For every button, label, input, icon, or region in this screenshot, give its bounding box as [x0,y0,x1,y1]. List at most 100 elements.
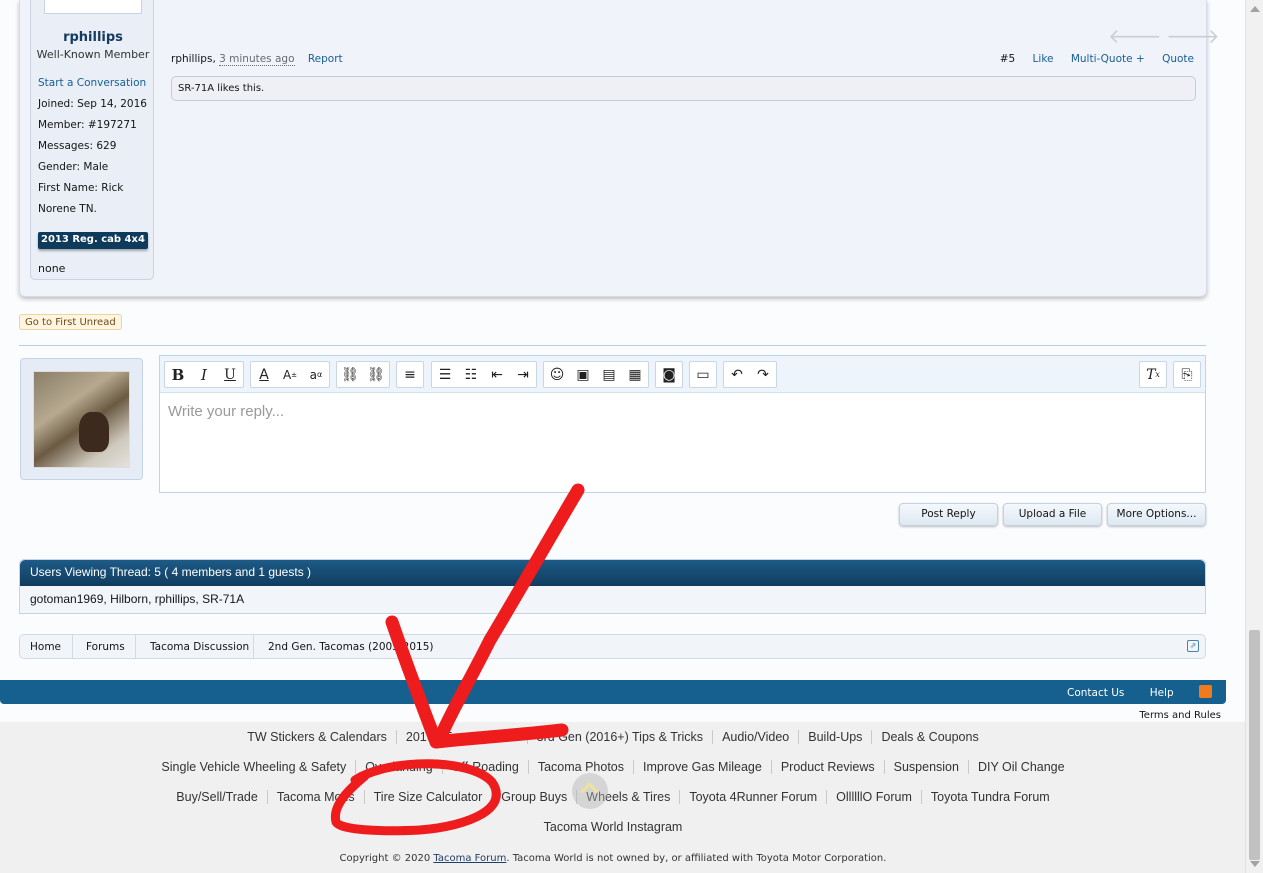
toolbar-group-font: A A ± aα [250,361,330,388]
footer-link[interactable]: Tacoma Mods [266,790,364,804]
footer-link[interactable]: Tacoma Photos [527,760,634,774]
rss-icon[interactable] [1199,685,1212,698]
scroll-thumb[interactable] [1249,630,1260,860]
users-viewing-header: Users Viewing Thread: 5 ( 4 members and … [20,560,1205,586]
post-time[interactable]: 3 minutes ago [219,53,295,66]
copyright: Copyright © 2020 Tacoma Forum. Tacoma Wo… [0,853,1226,864]
footer-link[interactable]: DIY Oil Change [967,760,1074,774]
footer-link[interactable]: Buy/Sell/Trade [167,790,267,804]
start-conversation-link[interactable]: Start a Conversation [38,77,147,98]
reply-avatar-frame [20,358,143,480]
footer-link[interactable]: 3rd Gen (2016+) Tips & Tricks [526,730,713,744]
footer-links-row-3: Buy/Sell/Trade Tacoma Mods Tire Size Calcu… [0,790,1226,804]
footer-link[interactable]: Product Reviews [770,760,884,774]
breadcrumb-forums[interactable]: Forums [86,641,125,653]
footer-link[interactable]: TW Stickers & Calendars [238,730,396,744]
footer-link[interactable]: 2016+ Tacoma Tech [395,730,527,744]
post-author[interactable]: rphillips, [171,53,216,65]
text-color-icon[interactable]: A [251,362,277,387]
terms-link[interactable]: Terms and Rules [1139,710,1221,721]
footer-link[interactable]: Toyota Tundra Forum [920,790,1059,804]
scroll-up-icon[interactable] [1250,6,1260,12]
footer-link[interactable]: Deals & Coupons [871,730,988,744]
report-link[interactable]: Report [308,53,343,65]
like-link[interactable]: Like [1033,53,1054,65]
footer-link[interactable]: Group Buys [491,790,577,804]
remove-format-icon[interactable]: Tx [1140,362,1166,387]
poster-username[interactable]: rphillips [31,30,155,45]
footer-links-row-4: Tacoma World Instagram [0,820,1226,834]
scroll-down-icon[interactable] [1250,861,1260,867]
go-to-first-unread-button[interactable]: Go to First Unread [19,314,122,330]
undo-icon[interactable]: ↶ [724,362,750,387]
users-viewing-list[interactable]: gotoman1969, Hilborn, rphillips, SR-71A [20,586,1205,612]
align-icon[interactable]: ≡ [397,362,423,387]
poster-avatar[interactable] [44,0,142,14]
avatar-dog-shape [79,412,109,452]
tire-size-calculator-link[interactable]: Tire Size Calculator [363,790,492,804]
bullet-list-icon[interactable]: ☰ [432,362,458,387]
breadcrumb: Home Forums Tacoma Discussion 2nd Gen. T… [19,634,1206,659]
numbered-list-icon[interactable]: ☷ [458,362,484,387]
page-scrollbar[interactable] [1245,0,1263,873]
my-avatar[interactable] [33,371,130,468]
copyright-prefix: Copyright © 2020 [339,853,431,864]
breadcrumb-tacoma-discussion[interactable]: Tacoma Discussion [150,641,249,653]
copyright-link[interactable]: Tacoma Forum [433,853,506,864]
upload-file-button[interactable]: Upload a File [1003,503,1102,526]
insert-icon[interactable]: ▦ [622,362,648,387]
footer-link[interactable]: Tacoma World Instagram [535,820,692,834]
multi-quote-link[interactable]: Multi-Quote + [1071,53,1145,65]
footer-link[interactable]: Single Vehicle Wheeling & Safety [152,760,355,774]
image-icon[interactable]: ▣ [570,362,596,387]
font-family-icon[interactable]: aα [303,362,329,387]
italic-icon[interactable]: I [191,362,217,387]
bold-icon[interactable]: B [165,362,191,387]
post-actions: #5 Like Multi-Quote + Quote [986,53,1194,65]
outdent-icon[interactable]: ⇤ [484,362,510,387]
user-info-location: Norene TN. [38,203,97,215]
arrow-right-icon[interactable]: 🡒 [1166,24,1220,48]
quote-link[interactable]: Quote [1162,53,1194,65]
post-number[interactable]: #5 [1000,53,1015,65]
forum-post: rphillips Well-Known Member Start a Conv… [19,0,1220,297]
scroll-to-top-button[interactable] [572,773,608,809]
breadcrumb-home[interactable]: Home [30,641,61,653]
jump-to-icon[interactable]: ⇗ [1187,640,1199,652]
camera-icon[interactable]: ◙ [656,362,682,387]
footer-links-row-2: Single Vehicle Wheeling & Safety Overland… [0,760,1226,774]
smilie-icon[interactable]: ☺ [544,362,570,387]
redo-icon[interactable]: ↷ [750,362,776,387]
footer-link[interactable]: OllllllO Forum [826,790,921,804]
footer-link[interactable]: Suspension [883,760,968,774]
user-info-panel: rphillips Well-Known Member Start a Conv… [30,0,154,280]
indent-icon[interactable]: ⇥ [510,362,536,387]
footer-link[interactable]: Build-Ups [798,730,872,744]
reply-textarea[interactable]: Write your reply... [160,393,1205,430]
footer-link[interactable]: Improve Gas Mileage [633,760,771,774]
unlink-icon[interactable]: ⛓ [363,362,389,387]
more-options-button[interactable]: More Options... [1107,503,1206,526]
footer-link[interactable]: Toyota 4Runner Forum [679,790,827,804]
copyright-suffix: . Tacoma World is not owned by, or affil… [506,853,887,864]
footer-links: Contact Us Help [1045,685,1212,699]
breadcrumb-2nd-gen[interactable]: 2nd Gen. Tacomas (2005-2015) [268,641,433,653]
reply-editor: B I U A A ± aα ⛓ ⛓ ≡ ☰ ☷ ⇤ ⇥ ☺ ▣ ▤ ▦ ◙ ▭… [159,355,1206,493]
footer-link[interactable]: Overlanding [355,760,442,774]
post-reply-button[interactable]: Post Reply [899,503,998,526]
save-draft-icon[interactable]: ▭ [690,362,716,387]
footer-link[interactable]: Audio/Video [712,730,799,744]
arrow-left-icon[interactable]: 🡐 [1108,24,1162,48]
footer-bar: Contact Us Help [0,680,1226,704]
media-icon[interactable]: ▤ [596,362,622,387]
toolbar-group-link: ⛓ ⛓ [336,361,390,388]
toggle-bbcode-icon[interactable]: ⎘ [1174,362,1200,387]
poster-title: Well-Known Member [36,48,150,61]
font-size-icon[interactable]: A ± [277,362,303,387]
link-icon[interactable]: ⛓ [337,362,363,387]
footer-link[interactable]: Off-Roading [441,760,528,774]
underline-icon[interactable]: U [217,362,243,387]
toolbar-group-lists: ☰ ☷ ⇤ ⇥ [431,361,537,388]
help-link[interactable]: Help [1150,687,1174,699]
contact-us-link[interactable]: Contact Us [1067,687,1124,699]
